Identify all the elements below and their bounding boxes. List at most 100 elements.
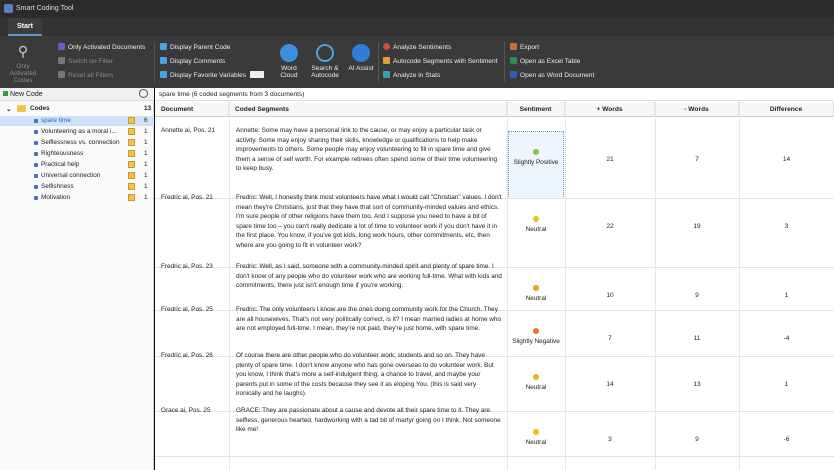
folder-icon bbox=[17, 105, 26, 112]
code-activation-checkbox[interactable] bbox=[128, 150, 135, 157]
code-item-count: 1 bbox=[144, 128, 148, 135]
open-excel-button[interactable]: Open as Excel Table bbox=[510, 57, 580, 65]
column-document[interactable]: Document bbox=[155, 102, 229, 117]
positive-words-cell: 7 bbox=[608, 335, 612, 342]
display-favorite-variables-button[interactable]: Display Favorite Variables bbox=[160, 71, 265, 79]
sentiment-cell[interactable]: Neutral bbox=[507, 374, 565, 391]
switch-on-filter-button[interactable]: Switch on Filter bbox=[58, 57, 113, 65]
positive-words-cell: 22 bbox=[606, 223, 614, 230]
only-activated-documents-button[interactable]: Only Activated Documents bbox=[58, 43, 145, 51]
document-cell[interactable]: Fredric ai, Pos. 23 bbox=[161, 262, 227, 272]
column-sentiment[interactable]: Sentiment bbox=[507, 102, 565, 117]
column-positive-words[interactable]: + Words bbox=[565, 102, 655, 117]
search-autocode-button[interactable]: Search & Autocode bbox=[308, 44, 342, 79]
code-item[interactable]: Practical help 1 bbox=[0, 160, 154, 170]
open-word-button[interactable]: Open as Word Document bbox=[510, 71, 594, 79]
ribbon-separator bbox=[378, 42, 379, 82]
code-color-icon bbox=[34, 119, 38, 123]
sentiment-label: Neutral bbox=[525, 439, 547, 446]
code-item[interactable]: Selflessness vs. connection 1 bbox=[0, 138, 154, 148]
reset-all-filters-label: Reset all Filters bbox=[68, 72, 114, 79]
code-item-label: Universal connection bbox=[41, 172, 101, 179]
code-item[interactable]: spare time 6 bbox=[0, 116, 154, 126]
sentiment-dot-icon bbox=[533, 328, 539, 334]
segment-cell[interactable]: Of course there are other people who do … bbox=[236, 351, 502, 399]
excel-icon bbox=[510, 57, 517, 64]
segment-cell[interactable]: Annette: Some may have a personal link t… bbox=[236, 126, 502, 174]
analyze-sentiments-button[interactable]: Analyze Sentiments bbox=[383, 43, 451, 51]
code-item-label: Volunteering as a moral i... bbox=[41, 128, 117, 135]
code-item[interactable]: Volunteering as a moral i... 1 bbox=[0, 127, 154, 137]
sentiment-cell[interactable]: Slightly Positive bbox=[507, 149, 565, 166]
variables-dropdown[interactable] bbox=[250, 71, 265, 78]
filter-icon bbox=[58, 57, 65, 64]
sentiment-cell[interactable]: Neutral bbox=[507, 429, 565, 446]
code-item-count: 1 bbox=[144, 161, 148, 168]
code-item-count: 1 bbox=[144, 139, 148, 146]
code-root[interactable]: ⌄ Codes 13 bbox=[0, 104, 154, 114]
expand-chevron-icon[interactable]: ⌄ bbox=[6, 105, 11, 113]
display-comments-button[interactable]: Display Comments bbox=[160, 57, 225, 65]
segment-cell[interactable]: Fredric: The only volunteers I know are … bbox=[236, 305, 502, 334]
negative-words-cell: 13 bbox=[693, 381, 701, 388]
negative-words-cell: 9 bbox=[695, 292, 699, 299]
code-item-count: 6 bbox=[144, 117, 148, 124]
sentiment-label: Slightly Negative bbox=[512, 338, 560, 345]
document-cell[interactable]: Fredric ai, Pos. 21 bbox=[161, 193, 227, 203]
code-item-count: 1 bbox=[144, 183, 148, 190]
code-item[interactable]: Selfishness 1 bbox=[0, 182, 154, 192]
column-difference[interactable]: Difference bbox=[739, 102, 834, 117]
code-activation-checkbox[interactable] bbox=[128, 128, 135, 135]
code-item[interactable]: Righteousness 1 bbox=[0, 149, 154, 159]
code-item[interactable]: Motivation 1 bbox=[0, 193, 154, 203]
autocode-sentiment-button[interactable]: Autocode Segments with Sentiment bbox=[383, 57, 497, 65]
difference-cell: 1 bbox=[784, 381, 789, 388]
ribbon-separator bbox=[154, 42, 155, 82]
new-code-label: New Code bbox=[10, 91, 43, 98]
only-activated-documents-label: Only Activated Documents bbox=[68, 44, 146, 51]
retrieved-segments-table: spare time (6 coded segments from 3 docu… bbox=[155, 88, 834, 470]
code-activation-checkbox[interactable] bbox=[128, 183, 135, 190]
sentiment-cell[interactable]: Neutral bbox=[507, 216, 565, 233]
column-negative-words[interactable]: - Words bbox=[655, 102, 739, 117]
word-cloud-button[interactable]: Word Cloud bbox=[276, 44, 302, 79]
ai-assist-button[interactable]: AI Assist bbox=[346, 44, 376, 72]
export-button[interactable]: Export bbox=[510, 43, 539, 51]
document-cell[interactable]: Grace ai, Pos. 25 bbox=[161, 406, 227, 416]
ai-assist-icon bbox=[352, 44, 370, 62]
code-activation-checkbox[interactable] bbox=[128, 117, 135, 124]
code-activation-checkbox[interactable] bbox=[128, 194, 135, 201]
column-divider bbox=[229, 102, 230, 470]
search-icon[interactable] bbox=[139, 89, 148, 98]
tab-start[interactable]: Start bbox=[8, 18, 42, 36]
ribbon-separator bbox=[504, 42, 505, 82]
code-activation-checkbox[interactable] bbox=[128, 161, 135, 168]
column-coded-segments[interactable]: Coded Segments bbox=[229, 102, 507, 117]
only-activated-codes-button[interactable]: ⚲ Only Activated Codes bbox=[4, 42, 42, 84]
new-code-bar[interactable]: New Code bbox=[0, 88, 154, 101]
document-cell[interactable]: Fredric ai, Pos. 26 bbox=[161, 351, 227, 361]
display-parent-code-button[interactable]: Display Parent Code bbox=[160, 43, 230, 51]
code-activation-checkbox[interactable] bbox=[128, 172, 135, 179]
code-item[interactable]: Universal connection 1 bbox=[0, 171, 154, 181]
segment-cell[interactable]: Fredric: Well, I honestly think most vol… bbox=[236, 193, 502, 251]
code-activation-checkbox[interactable] bbox=[128, 139, 135, 146]
codes-root-label: Codes bbox=[30, 105, 50, 112]
reset-all-filters-button[interactable]: Reset all Filters bbox=[58, 71, 113, 79]
document-cell[interactable]: Fredric ai, Pos. 25 bbox=[161, 305, 227, 315]
table-caption: spare time (6 coded segments from 3 docu… bbox=[159, 91, 305, 98]
analyze-sentiments-label: Analyze Sentiments bbox=[393, 44, 452, 51]
document-cell[interactable]: Annette ai, Pos. 21 bbox=[161, 126, 227, 136]
display-favorite-variables-label: Display Favorite Variables bbox=[170, 72, 247, 79]
export-icon bbox=[510, 43, 517, 50]
segment-cell[interactable]: GRACE: They are passionate about a cause… bbox=[236, 406, 502, 435]
sentiment-cell[interactable]: Slightly Negative bbox=[507, 328, 565, 345]
positive-words-cell: 3 bbox=[608, 436, 612, 443]
sentiment-cell[interactable]: Neutral bbox=[507, 285, 565, 302]
segment-cell[interactable]: Fredric: Well, as I said, someone with a… bbox=[236, 262, 502, 291]
code-color-icon bbox=[34, 163, 38, 167]
analyze-in-stats-label: Analyze in Stats bbox=[393, 72, 441, 79]
comments-icon bbox=[160, 57, 167, 64]
analyze-in-stats-button[interactable]: Analyze in Stats bbox=[383, 71, 440, 79]
autocode-icon bbox=[383, 57, 390, 64]
